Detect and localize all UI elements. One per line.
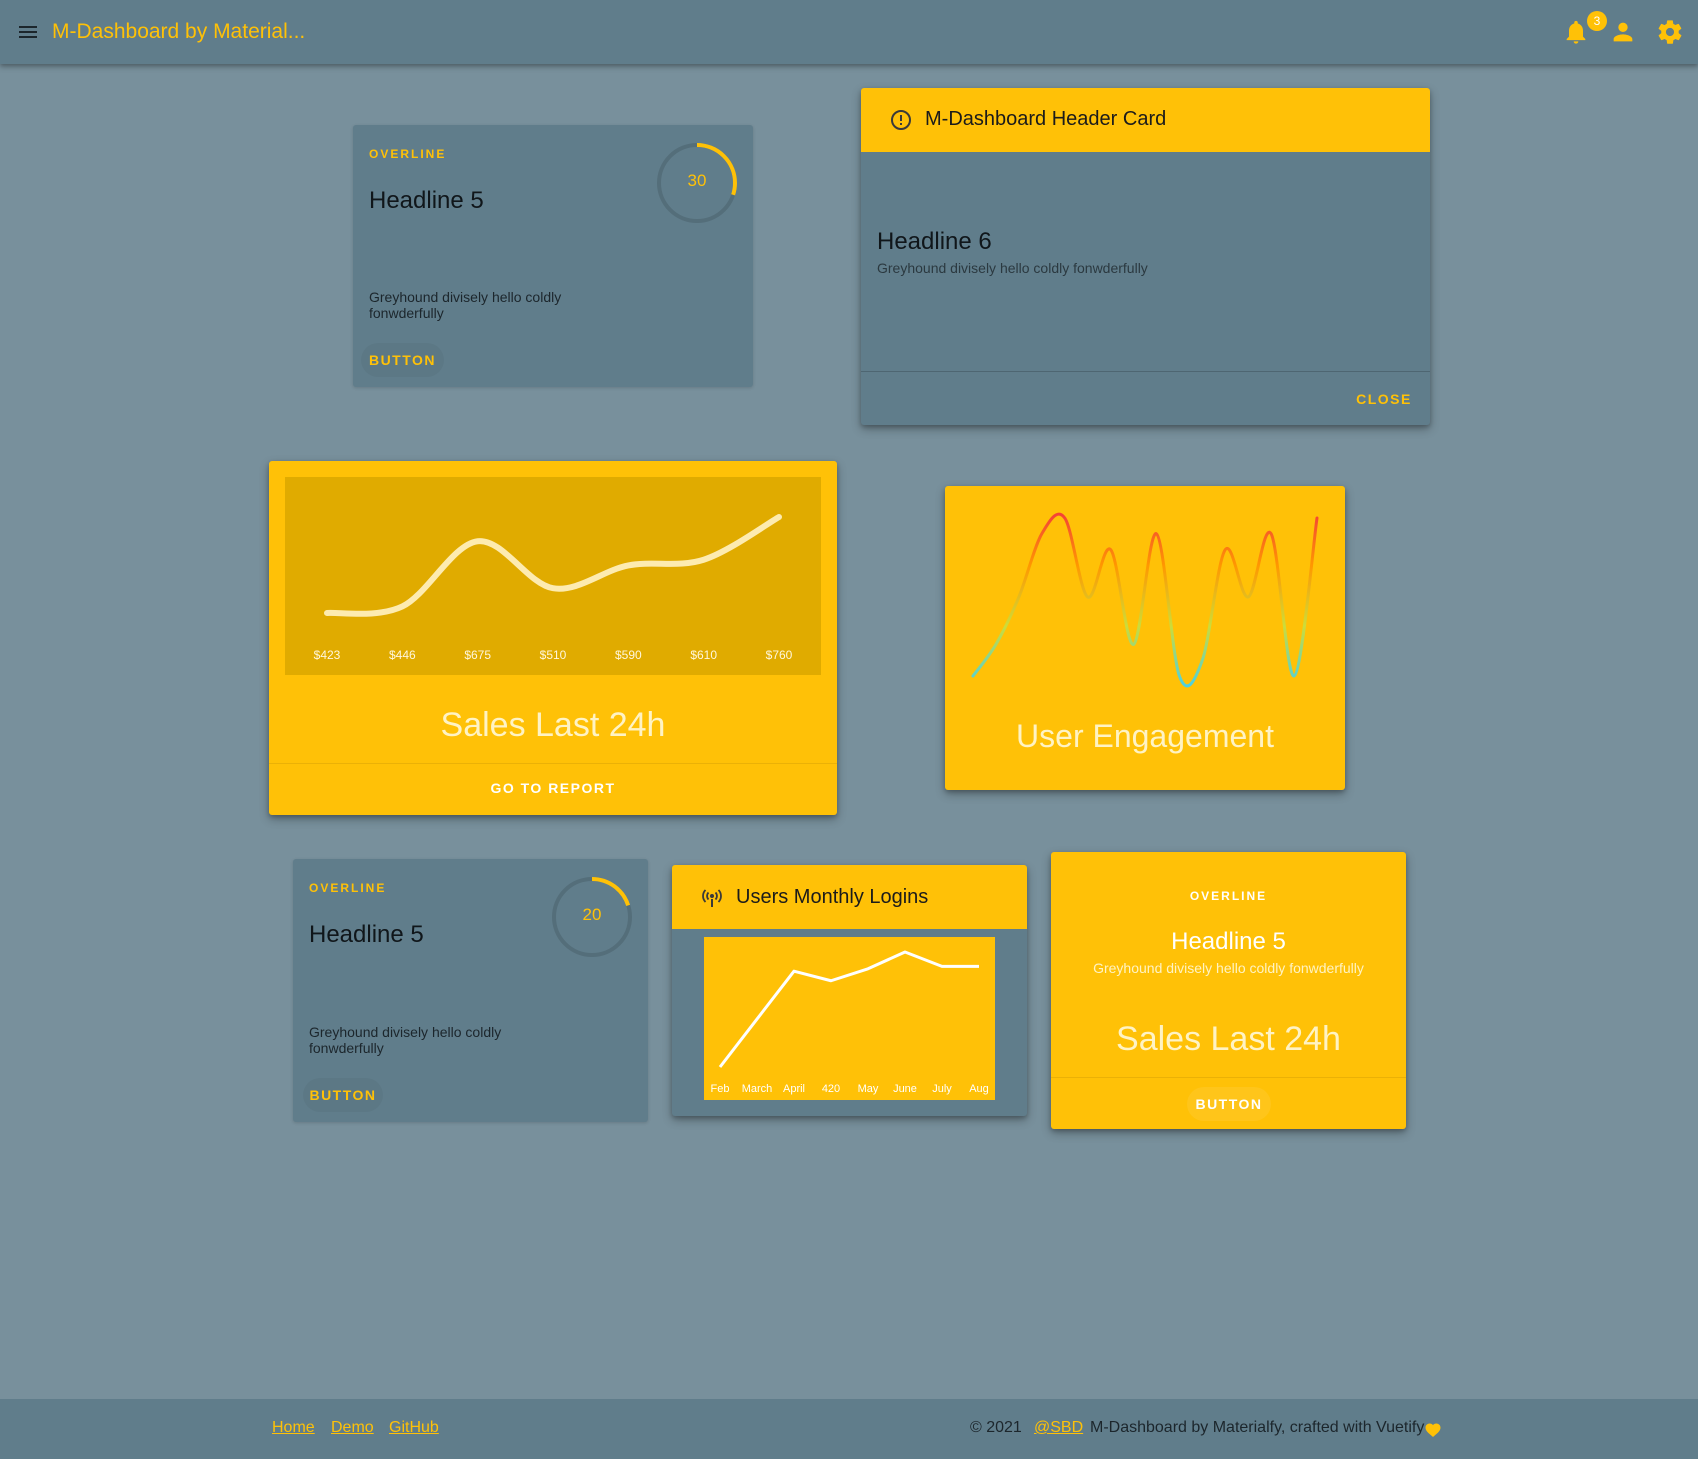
footer-link-demo[interactable]: Demo — [331, 1419, 374, 1437]
x-tick-label: Aug — [969, 1083, 989, 1095]
sales-chart: $423 $446 $675 $510 $590 $610 $760 — [285, 477, 821, 675]
card-text: Greyhound divisely hello coldly fonwderf… — [1093, 960, 1364, 976]
x-tick-label: $423 — [314, 648, 341, 662]
footer-link-github[interactable]: GitHub — [389, 1419, 439, 1437]
x-tick-label: April — [783, 1083, 805, 1095]
x-tick-label: $510 — [540, 648, 567, 662]
x-tick-label: $675 — [464, 648, 491, 662]
card-overline: OVERLINE — [369, 147, 447, 161]
bell-icon[interactable] — [1562, 18, 1590, 46]
card-button[interactable]: BUTTON — [361, 343, 444, 377]
card-text: Greyhound divisely hello coldly fonwderf… — [369, 289, 562, 321]
summary-card-title: Sales Last 24h — [1116, 1020, 1341, 1058]
stat-card-bottom: OVERLINE Headline 5 Greyhound divisely h… — [293, 859, 648, 1122]
summary-card: OVERLINE Headline 5 Greyhound divisely h… — [1051, 852, 1406, 1129]
card-headline: Headline 5 — [1171, 928, 1286, 955]
engagement-sparkline — [971, 512, 1319, 688]
card-overline: OVERLINE — [1189, 889, 1268, 903]
header-card-title: M-Dashboard Header Card — [925, 108, 1167, 130]
stat-card-top: OVERLINE Headline 5 Greyhound divisely h… — [353, 125, 753, 387]
card-button[interactable]: BUTTON — [303, 1078, 383, 1112]
app-title[interactable]: M-Dashboard by Material... — [52, 20, 305, 44]
logins-chart: Feb March April 420 May June July Aug — [704, 937, 995, 1100]
card-overline: OVERLINE — [309, 881, 387, 895]
footer-author-link[interactable]: @SBD — [1034, 1419, 1083, 1437]
card-text: Greyhound divisely hello coldly fonwderf… — [309, 1024, 502, 1056]
progress-value: 20 — [582, 905, 602, 924]
go-to-report-button[interactable]: GO TO REPORT — [483, 771, 623, 805]
x-tick-label: $760 — [766, 648, 793, 662]
header-card-bar: M-Dashboard Header Card — [861, 88, 1430, 152]
header-card: M-Dashboard Header Card Headline 6 Greyh… — [861, 88, 1430, 425]
header-card-headline: Headline 6 — [877, 228, 992, 255]
sales-card: $423 $446 $675 $510 $590 $610 $760 Sales Last … — [269, 461, 837, 815]
logins-card: Users Monthly Logins Feb March April 420 May… — [672, 865, 1027, 1116]
heart-icon — [1425, 1423, 1441, 1437]
x-tick-label: May — [858, 1083, 879, 1095]
footer-copyright: © 2021 — [970, 1419, 1022, 1436]
engagement-card: User Engagement — [945, 486, 1345, 790]
chart-background — [285, 477, 821, 675]
app-bar: M-Dashboard by Material... 3 — [0, 0, 1698, 64]
logins-card-title: Users Monthly Logins — [736, 886, 929, 908]
x-tick-label: July — [932, 1083, 952, 1095]
divider — [1051, 1077, 1406, 1078]
footer: Home Demo GitHub © 2021 @SBD M-Dashboard… — [0, 1399, 1698, 1459]
divider — [269, 763, 837, 764]
engagement-line — [971, 512, 1319, 688]
card-headline: Headline 5 — [309, 921, 424, 948]
menu-icon[interactable] — [16, 20, 40, 44]
card-headline: Headline 5 — [369, 187, 484, 214]
footer-link-home[interactable]: Home — [272, 1419, 315, 1437]
divider — [861, 371, 1430, 372]
progress-value: 30 — [687, 171, 707, 190]
engagement-card-title: User Engagement — [1016, 718, 1274, 754]
logins-card-bar: Users Monthly Logins — [672, 865, 1027, 929]
x-tick-label: $446 — [389, 648, 416, 662]
alert-circle-icon — [891, 110, 911, 130]
broadcast-icon — [702, 889, 722, 907]
x-tick-label: Feb — [711, 1083, 730, 1095]
x-tick-label: 420 — [822, 1083, 840, 1095]
x-tick-label: $610 — [690, 648, 717, 662]
x-tick-label: $590 — [615, 648, 642, 662]
footer-credit: M-Dashboard by Materialfy, crafted with … — [1090, 1419, 1425, 1436]
close-button[interactable]: CLOSE — [1351, 382, 1417, 416]
account-icon[interactable] — [1609, 18, 1637, 46]
header-card-text: Greyhound divisely hello coldly fonwderf… — [877, 260, 1148, 276]
notification-badge: 3 — [1587, 11, 1607, 31]
x-tick-label: June — [893, 1083, 917, 1095]
chart-background — [704, 937, 995, 1100]
sales-card-title: Sales Last 24h — [440, 706, 666, 744]
x-tick-label: March — [742, 1083, 773, 1095]
card-button[interactable]: BUTTON — [1187, 1087, 1271, 1121]
gear-icon[interactable] — [1656, 18, 1684, 46]
